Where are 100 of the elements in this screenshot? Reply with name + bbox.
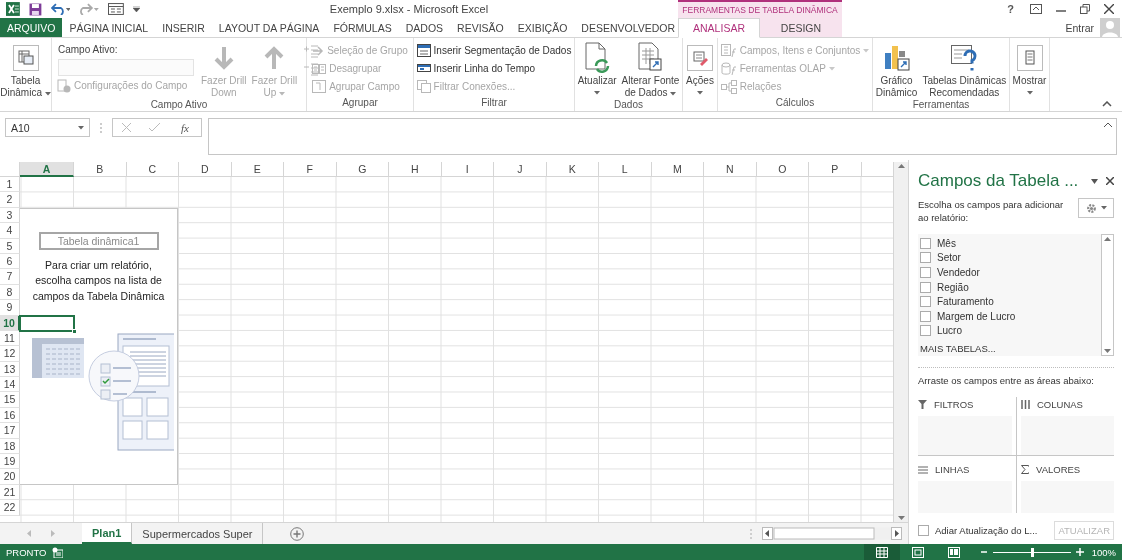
undo-icon[interactable] bbox=[50, 3, 71, 15]
scroll-up-icon[interactable] bbox=[897, 164, 905, 168]
row-header[interactable]: 17 bbox=[0, 423, 20, 439]
page-layout-icon bbox=[912, 546, 924, 558]
column-header[interactable]: G bbox=[336, 162, 389, 177]
ribbon-button[interactable]: Tabela Dinâmica bbox=[0, 41, 52, 99]
ribbon-tab[interactable]: EXIBIÇÃO bbox=[510, 18, 575, 37]
ribbon-tab[interactable]: REVISÃO bbox=[450, 18, 511, 37]
collapse-ribbon-icon[interactable] bbox=[1102, 101, 1112, 107]
sign-in-link[interactable]: Entrar bbox=[1065, 21, 1094, 34]
column-header[interactable]: F bbox=[284, 162, 337, 177]
name-box[interactable]: A10 bbox=[5, 118, 90, 137]
checkbox[interactable] bbox=[918, 525, 929, 536]
ribbon-button[interactable]: Mostrar bbox=[1011, 41, 1048, 99]
save-icon[interactable] bbox=[28, 2, 42, 16]
checkbox[interactable] bbox=[920, 310, 931, 322]
column-header[interactable]: E bbox=[231, 162, 284, 177]
settings-button[interactable] bbox=[1078, 198, 1114, 218]
row-header[interactable]: 14 bbox=[0, 377, 20, 393]
checkbox[interactable] bbox=[920, 252, 931, 264]
row-header[interactable]: 2 bbox=[0, 192, 20, 208]
column-header[interactable]: K bbox=[546, 162, 599, 177]
ribbon-display-icon[interactable] bbox=[1030, 4, 1042, 14]
expand-formula-icon[interactable] bbox=[1104, 122, 1112, 127]
ribbon-button[interactable]: Gráfico Dinâmico bbox=[874, 41, 919, 99]
restore-icon[interactable] bbox=[1080, 4, 1090, 14]
column-header[interactable]: A bbox=[20, 162, 74, 177]
more-tables-link[interactable]: MAIS TABELAS... bbox=[920, 343, 996, 355]
area-label: VALORES bbox=[1036, 464, 1081, 475]
excel-logo-icon[interactable] bbox=[6, 2, 20, 16]
actions-icon bbox=[687, 45, 713, 71]
caret-icon bbox=[1100, 206, 1107, 210]
formula-input[interactable] bbox=[208, 118, 1117, 155]
zoom-in-icon[interactable] bbox=[1076, 548, 1084, 556]
ribbon-tab[interactable]: DADOS bbox=[398, 18, 451, 37]
horizontal-scrollbar[interactable] bbox=[762, 527, 902, 540]
insert-function-button[interactable]: fx bbox=[178, 121, 192, 134]
ribbon-button[interactable]: Tabelas Dinâmicas Recomendadas bbox=[921, 41, 1008, 99]
column-header[interactable]: N bbox=[704, 162, 757, 177]
ribbon-tab[interactable]: ANALISAR bbox=[678, 18, 760, 38]
enter-icon[interactable] bbox=[149, 123, 160, 132]
ribbon-button[interactable]: Alterar Fonte de Dados bbox=[620, 41, 681, 99]
checkbox[interactable] bbox=[920, 237, 931, 249]
column-header[interactable]: J bbox=[494, 162, 547, 177]
show-icon bbox=[1016, 45, 1043, 71]
ribbon-button[interactable]: Ações bbox=[685, 41, 715, 99]
pivot-table-name: Tabela dinâmica1 bbox=[38, 231, 159, 250]
row-header[interactable]: 1 bbox=[0, 177, 20, 193]
scroll-up-icon[interactable] bbox=[1104, 237, 1111, 241]
ribbon-tab[interactable]: ARQUIVO bbox=[0, 18, 63, 37]
macro-record-icon[interactable] bbox=[52, 546, 63, 558]
row-header[interactable]: 4 bbox=[0, 223, 20, 239]
recommended-pivot-icon bbox=[950, 43, 979, 73]
checkbox[interactable] bbox=[920, 296, 931, 308]
scroll-down-icon[interactable] bbox=[897, 516, 905, 520]
checkbox[interactable] bbox=[920, 325, 931, 337]
column-header[interactable]: P bbox=[809, 162, 862, 177]
row-header[interactable]: 22 bbox=[0, 500, 20, 516]
row-header[interactable]: 20 bbox=[0, 469, 20, 485]
ribbon-tab[interactable]: DESIGN bbox=[760, 18, 842, 37]
checkbox[interactable] bbox=[920, 281, 931, 293]
row-header[interactable]: 19 bbox=[0, 454, 20, 470]
close-icon[interactable] bbox=[1104, 4, 1114, 14]
row-header[interactable]: 12 bbox=[0, 346, 20, 362]
row-header[interactable]: 9 bbox=[0, 300, 20, 316]
row-header[interactable]: 7 bbox=[0, 269, 20, 285]
vertical-scrollbar[interactable] bbox=[893, 162, 908, 522]
column-header[interactable]: B bbox=[74, 162, 127, 177]
column-header[interactable]: D bbox=[179, 162, 232, 177]
active-cell[interactable] bbox=[19, 314, 75, 332]
scroll-down-icon[interactable] bbox=[1104, 349, 1111, 353]
sheet-tab[interactable]: Plan1 bbox=[82, 523, 133, 544]
ribbon-button[interactable]: Inserir Segmentação de Dados bbox=[414, 42, 574, 59]
column-header[interactable]: M bbox=[651, 162, 704, 177]
help-button[interactable]: ? bbox=[1005, 3, 1016, 15]
redo-icon[interactable] bbox=[79, 3, 100, 15]
column-header[interactable]: C bbox=[126, 162, 179, 177]
column-header[interactable]: H bbox=[389, 162, 442, 177]
checkbox[interactable] bbox=[920, 267, 931, 278]
page-break-icon bbox=[948, 546, 960, 558]
column-header[interactable]: I bbox=[441, 162, 494, 177]
ribbon-button[interactable]: Inserir Linha do Tempo bbox=[414, 60, 574, 77]
add-sheet-icon[interactable] bbox=[290, 526, 305, 541]
cancel-icon[interactable] bbox=[122, 123, 131, 132]
column-header[interactable]: L bbox=[599, 162, 652, 177]
list-scrollbar[interactable] bbox=[1101, 234, 1114, 356]
group-label: Agrupar bbox=[342, 97, 378, 110]
ribbon-tab[interactable]: INSERIR bbox=[155, 18, 212, 37]
column-header[interactable]: O bbox=[756, 162, 809, 177]
view-button[interactable] bbox=[864, 544, 900, 560]
row-header[interactable]: 15 bbox=[0, 392, 20, 408]
customize-toolbar-icon[interactable] bbox=[133, 6, 140, 12]
close-icon[interactable] bbox=[1106, 177, 1114, 185]
form-icon[interactable] bbox=[108, 3, 125, 15]
pane-options-icon[interactable] bbox=[1091, 178, 1098, 184]
zoom-out-icon[interactable] bbox=[980, 548, 988, 556]
ribbon-tab[interactable]: LAYOUT DA PÁGINA bbox=[211, 18, 327, 37]
ribbon-tab[interactable]: PÁGINA INICIAL bbox=[62, 18, 156, 37]
ribbon-button[interactable]: Atualizar bbox=[576, 41, 618, 99]
ribbon-tab[interactable]: FÓRMULAS bbox=[326, 18, 399, 37]
